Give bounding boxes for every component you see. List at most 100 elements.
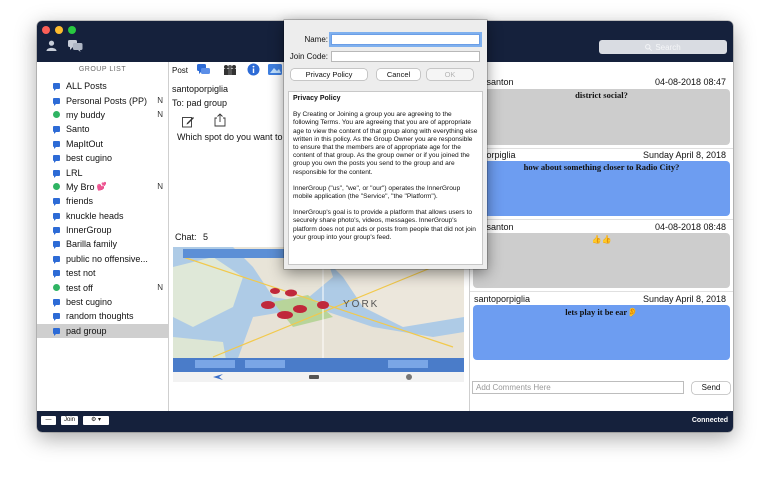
message-date: Sunday April 8, 2018 bbox=[642, 294, 726, 304]
comment-input[interactable]: Add Comments Here bbox=[472, 381, 684, 394]
join-group-dialog: Name: Join Code: Privacy Policy Cancel O… bbox=[284, 20, 487, 269]
join-code-field[interactable] bbox=[331, 51, 480, 62]
messages-panel: t tonsanton 04-08-2018 08:47 district so… bbox=[470, 62, 733, 411]
message-bubble: how about something closer to Radio City… bbox=[473, 161, 730, 216]
sidebar-item-label: Santo bbox=[66, 124, 90, 135]
message-bubble: district social? bbox=[473, 89, 730, 145]
messages-icon[interactable] bbox=[68, 40, 83, 54]
new-flag: N bbox=[157, 283, 163, 293]
sidebar-item[interactable]: friends bbox=[37, 194, 168, 208]
send-button[interactable]: Send bbox=[692, 382, 730, 394]
plane-icon bbox=[213, 374, 223, 380]
new-flag: N bbox=[157, 96, 163, 106]
message-bubble: 👍👍 bbox=[473, 233, 730, 288]
cancel-button[interactable]: Cancel bbox=[377, 69, 420, 80]
join-code-label: Join Code: bbox=[289, 52, 328, 61]
sidebar-item[interactable]: LRL bbox=[37, 165, 168, 179]
chat-bubbles-icon[interactable] bbox=[197, 64, 210, 76]
message-text: 👍👍 bbox=[591, 235, 612, 244]
chat-icon bbox=[53, 212, 60, 221]
chat-icon bbox=[53, 270, 60, 279]
map-app-bar bbox=[173, 372, 464, 382]
chat-icon bbox=[53, 126, 60, 135]
sidebar-item-label: My Bro bbox=[66, 181, 95, 192]
message-bubble: lets play it be ear👂 bbox=[473, 305, 730, 360]
post-author: santoporpiglia bbox=[172, 84, 229, 94]
location-icon bbox=[406, 374, 412, 380]
new-flag: N bbox=[157, 182, 163, 192]
sidebar-item-label: LRL bbox=[66, 167, 83, 178]
message-separator bbox=[470, 291, 733, 292]
close-window-button[interactable] bbox=[42, 26, 50, 34]
profile-icon[interactable] bbox=[46, 40, 57, 53]
post-recipient: To: pad group bbox=[172, 98, 228, 108]
sidebar-item[interactable]: My Bro 💕 N bbox=[37, 180, 168, 194]
sidebar-item[interactable]: public no offensive... bbox=[37, 252, 168, 266]
chat-count-row: Chat: 5 bbox=[175, 232, 208, 242]
sidebar-item[interactable]: my buddy N bbox=[37, 108, 168, 122]
sidebar-item-label: Barilla family bbox=[66, 239, 118, 250]
message-date: 04-08-2018 08:47 bbox=[654, 77, 726, 87]
settings-menu-button[interactable]: ⚙ ▾ bbox=[83, 416, 109, 425]
chat-count: 5 bbox=[203, 232, 209, 242]
sidebar-item-label: my buddy bbox=[66, 109, 106, 120]
privacy-policy-text[interactable]: Privacy Policy By Creating or Joining a … bbox=[288, 91, 483, 265]
sidebar-item[interactable]: MapItOut bbox=[37, 137, 168, 151]
message-separator bbox=[470, 219, 733, 220]
car-icon bbox=[309, 375, 319, 379]
chat-icon bbox=[53, 313, 60, 322]
group-list-header: GROUP LIST bbox=[78, 66, 127, 73]
name-field[interactable] bbox=[331, 34, 480, 45]
message-header: tonsanton 04-08-2018 08:47 bbox=[474, 77, 729, 89]
compose-icon[interactable] bbox=[182, 116, 194, 128]
share-icon[interactable] bbox=[214, 113, 226, 127]
gear-icon bbox=[53, 284, 60, 292]
sidebar-item[interactable]: test not bbox=[37, 266, 168, 280]
sidebar-item-label: friends bbox=[66, 196, 94, 207]
privacy-policy-button[interactable]: Privacy Policy bbox=[291, 69, 367, 80]
sidebar-item[interactable]: Santo bbox=[37, 122, 168, 136]
sidebar-item[interactable]: random thoughts bbox=[37, 309, 168, 323]
search-placeholder: Search bbox=[655, 42, 681, 52]
join-button[interactable]: Join bbox=[61, 416, 78, 425]
message-separator bbox=[470, 148, 733, 149]
search-input[interactable]: Search bbox=[599, 40, 727, 54]
remove-group-button[interactable]: — bbox=[41, 416, 56, 425]
sidebar-item[interactable]: InnerGroup bbox=[37, 223, 168, 237]
sidebar-item[interactable]: best cugino bbox=[37, 295, 168, 309]
message-date: Sunday April 8, 2018 bbox=[642, 150, 726, 160]
name-label: Name: bbox=[304, 35, 328, 44]
group-icon[interactable] bbox=[223, 64, 237, 76]
sidebar-item-label: best cugino bbox=[66, 153, 113, 164]
chat-icon bbox=[53, 83, 60, 92]
chat-icon bbox=[53, 155, 60, 164]
sidebar-item[interactable]: ALL Posts bbox=[37, 79, 168, 93]
sidebar-item-label: public no offensive... bbox=[66, 253, 148, 264]
sidebar-item[interactable]: test off N bbox=[37, 280, 168, 294]
group-list: ALL Posts Personal Posts (PP) N my buddy N Sa… bbox=[37, 79, 168, 339]
sidebar-item-label: knuckle heads bbox=[66, 210, 124, 221]
ok-button[interactable]: OK bbox=[427, 69, 473, 80]
chat-icon bbox=[53, 327, 60, 336]
sidebar-item[interactable]: Barilla family bbox=[37, 237, 168, 251]
message-user: santoporpiglia bbox=[474, 294, 531, 304]
search-icon bbox=[645, 43, 653, 51]
zoom-window-button[interactable] bbox=[68, 26, 76, 34]
info-icon[interactable] bbox=[247, 63, 260, 76]
chat-icon bbox=[53, 255, 60, 264]
comment-placeholder: Add Comments Here bbox=[476, 383, 551, 392]
policy-paragraph: InnerGroup ("us", "we", or "our") operat… bbox=[293, 184, 461, 201]
minimize-window-button[interactable] bbox=[55, 26, 63, 34]
group-list-sidebar: GROUP LIST ALL Posts Personal Posts (PP) N… bbox=[37, 62, 169, 411]
gear-icon bbox=[53, 183, 60, 191]
sidebar-item-label: test off bbox=[66, 282, 93, 293]
sidebar-item[interactable]: best cugino bbox=[37, 151, 168, 165]
chat-icon bbox=[53, 140, 60, 149]
chat-label: Chat: bbox=[175, 232, 197, 242]
new-flag: N bbox=[157, 110, 163, 120]
sidebar-item[interactable]: pad group bbox=[37, 323, 168, 339]
image-icon[interactable] bbox=[268, 64, 282, 75]
sidebar-item[interactable]: Personal Posts (PP) N bbox=[37, 93, 168, 107]
sidebar-item[interactable]: knuckle heads bbox=[37, 209, 168, 223]
post-label: Post bbox=[172, 66, 189, 75]
